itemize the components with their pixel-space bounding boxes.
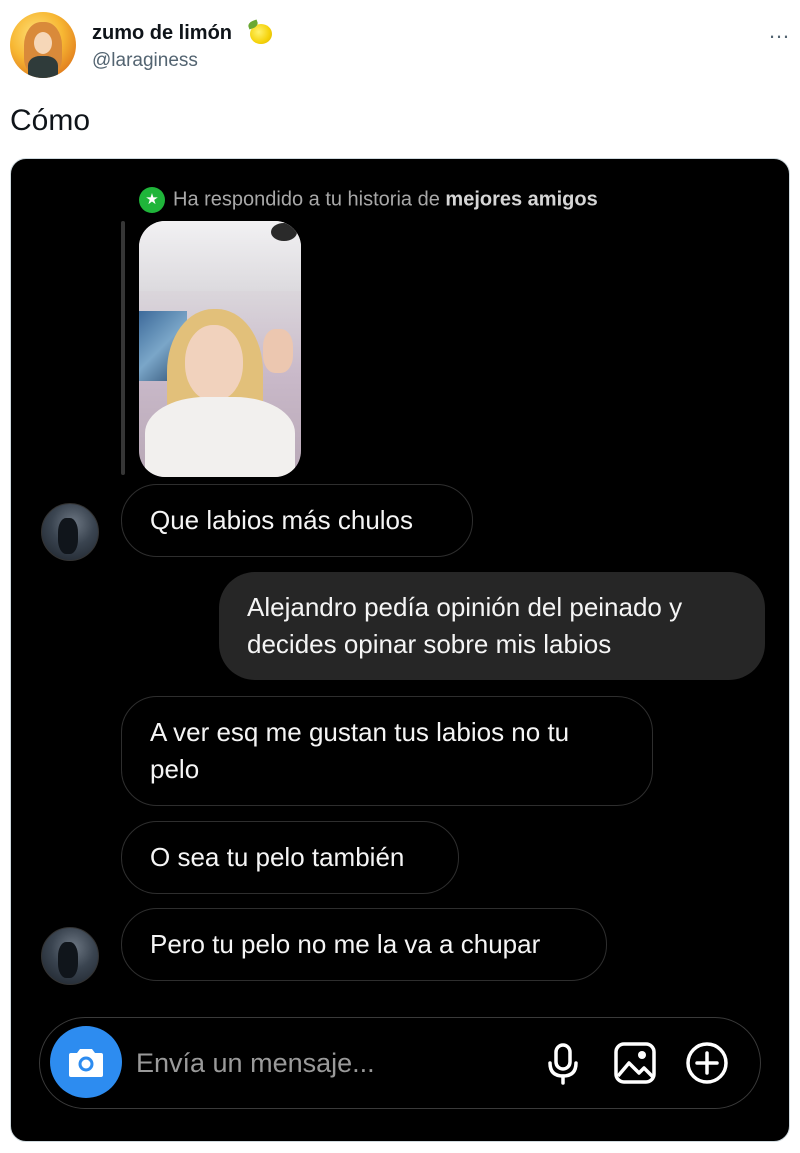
- camera-button[interactable]: [50, 1026, 122, 1098]
- display-name[interactable]: zumo de limón: [92, 22, 232, 45]
- message-input[interactable]: [136, 1040, 516, 1086]
- message-bubble-incoming[interactable]: Que labios más chulos: [121, 484, 473, 557]
- user-handle[interactable]: @laraginess: [92, 50, 198, 72]
- message-bubble-outgoing[interactable]: Alejandro pedía opinión del peinado y de…: [219, 572, 765, 680]
- tweet-text: Cómo: [10, 104, 91, 137]
- plus-circle-icon[interactable]: [684, 1040, 730, 1086]
- message-bubble-incoming[interactable]: Pero tu pelo no me la va a chupar: [121, 908, 607, 981]
- sender-avatar[interactable]: [41, 503, 99, 561]
- dm-screenshot[interactable]: ★ Ha respondido a tu historia de mejores …: [10, 158, 790, 1142]
- star-icon: ★: [139, 187, 165, 213]
- message-composer: [39, 1017, 761, 1109]
- message-bubble-incoming[interactable]: A ver esq me gustan tus labios no tu pel…: [121, 696, 653, 806]
- lemon-icon: [250, 24, 272, 44]
- sender-avatar[interactable]: [41, 927, 99, 985]
- story-reply-note: ★ Ha respondido a tu historia de mejores …: [139, 187, 598, 213]
- tweet-header: zumo de limón @laraginess …: [10, 12, 790, 82]
- quote-line: [121, 221, 125, 475]
- message-bubble-incoming[interactable]: O sea tu pelo también: [121, 821, 459, 894]
- microphone-icon[interactable]: [540, 1040, 586, 1086]
- reply-note-bold: mejores amigos: [445, 188, 598, 211]
- reply-note-prefix: Ha respondido a tu historia de: [173, 188, 446, 211]
- gallery-icon[interactable]: [612, 1040, 658, 1086]
- camera-icon: [69, 1049, 103, 1077]
- more-options-icon[interactable]: …: [768, 18, 790, 44]
- avatar[interactable]: [10, 12, 76, 78]
- story-thumbnail[interactable]: [139, 221, 301, 477]
